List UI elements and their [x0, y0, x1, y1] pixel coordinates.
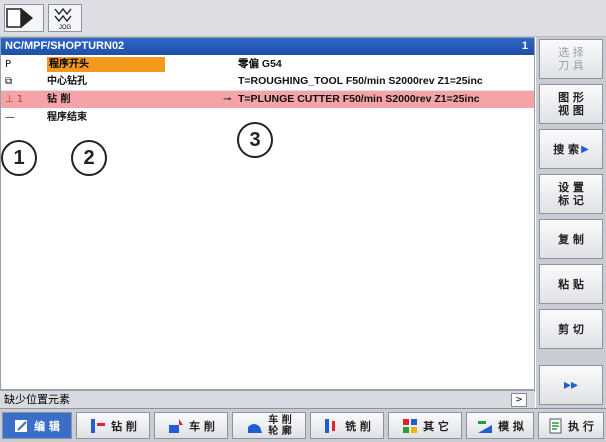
link-marker-icon: ⊸ — [223, 94, 232, 105]
execute-label: 执 行 — [568, 419, 594, 433]
callout-3: 3 — [237, 122, 273, 158]
row-symbol: ⧉ — [5, 76, 13, 87]
row-name: 程序开头 — [47, 57, 165, 72]
contour-turning-label: 车 削 轮 廓 — [268, 414, 292, 437]
program-path-bar: NC/MPF/SHOPTURN02 1 — [1, 38, 534, 55]
row-name: 程序结束 — [47, 112, 87, 123]
row-symbol: P — [5, 59, 12, 70]
cut-softkey[interactable]: 剪 切 — [539, 309, 603, 349]
jog-mode-button[interactable]: JOG — [48, 4, 82, 32]
turning-icon — [169, 418, 184, 433]
drill-icon — [91, 418, 106, 433]
top-bar: JOG — [0, 0, 606, 37]
turning-tab[interactable]: 车 削 — [154, 412, 228, 439]
status-message: 缺少位置元素 — [4, 393, 70, 406]
row-detail: T=ROUGHING_TOOL F50/min S2000rev Z1=25in… — [238, 75, 483, 87]
document-icon — [549, 418, 562, 433]
row-detail: T=PLUNGE CUTTER F50/min S2000rev Z1=25in… — [238, 93, 480, 105]
drilling-tab[interactable]: 钻 削 — [76, 412, 150, 439]
vertical-softkey-bar: 选 择 刀 具 图 形 视 图 搜 索 ▶ 设 置 标 记 复 制 粘 贴 剪 切… — [536, 37, 606, 408]
execute-tab[interactable]: 执 行 — [538, 412, 604, 439]
program-row-start[interactable]: P 程序开头 零偏 G54 — [1, 56, 534, 73]
triangle-right-icon: ▶ — [581, 143, 589, 155]
grid-icon — [403, 418, 418, 433]
simulate-label: 模 拟 — [498, 419, 524, 433]
program-row-centering[interactable]: ⧉ 中心钻孔 T=ROUGHING_TOOL F50/min S2000rev … — [1, 73, 534, 91]
simulate-tab[interactable]: 模 拟 — [466, 412, 534, 439]
contour-turning-tab[interactable]: 车 削 轮 廓 — [232, 412, 306, 439]
contour-icon — [248, 423, 263, 433]
program-arrow-button[interactable] — [4, 4, 44, 32]
program-editor: NC/MPF/SHOPTURN02 1 P 程序开头 零偏 G54 ⧉ 中心钻孔… — [0, 37, 535, 390]
program-row-drilling[interactable]: ⊥ 1 钻 削 ⊸ T=PLUNGE CUTTER F50/min S2000r… — [1, 91, 534, 108]
select-tool-softkey[interactable]: 选 择 刀 具 — [539, 39, 603, 79]
set-mark-softkey[interactable]: 设 置 标 记 — [539, 174, 603, 214]
status-scroll-button[interactable]: > — [511, 393, 527, 407]
horizontal-softkey-bar: 编 辑 钻 削 车 削 车 削 轮 廓 铣 削 其 它 模 拟 执 行 — [0, 408, 606, 442]
row-symbol: — — [5, 112, 15, 123]
arrow-right-icon — [6, 8, 33, 28]
simulate-icon — [478, 420, 493, 433]
jog-icon: JOG — [54, 7, 72, 31]
copy-softkey[interactable]: 复 制 — [539, 219, 603, 259]
paste-softkey[interactable]: 粘 贴 — [539, 264, 603, 304]
other-tab[interactable]: 其 它 — [388, 412, 462, 439]
pencil-icon — [15, 419, 28, 432]
program-path: NC/MPF/SHOPTURN02 — [5, 40, 125, 52]
other-label: 其 它 — [423, 419, 449, 433]
status-bar: 缺少位置元素 > — [0, 390, 535, 409]
program-number: 1 — [521, 40, 528, 52]
row-symbol: ⊥ 1 — [5, 94, 24, 105]
row-name: 钻 削 — [47, 94, 71, 105]
edit-tab[interactable]: 编 辑 — [2, 412, 72, 439]
turning-label: 车 削 — [189, 419, 215, 433]
milling-icon — [325, 418, 336, 433]
search-label: 搜 索 — [553, 142, 580, 156]
callout-2: 2 — [71, 140, 107, 176]
milling-label: 铣 削 — [345, 419, 371, 433]
milling-tab[interactable]: 铣 削 — [310, 412, 384, 439]
jog-label: JOG — [59, 25, 72, 31]
row-name: 中心钻孔 — [47, 76, 87, 87]
graphic-view-softkey[interactable]: 图 形 视 图 — [539, 84, 603, 124]
callout-1: 1 — [1, 140, 37, 176]
program-row-end[interactable]: — 程序结束 — [1, 109, 534, 126]
edit-label: 编 辑 — [34, 419, 60, 433]
drilling-label: 钻 削 — [111, 419, 137, 433]
row-detail: 零偏 G54 — [238, 58, 282, 70]
search-softkey[interactable]: 搜 索 ▶ — [539, 129, 603, 169]
more-softkey[interactable]: ▸▸ — [539, 365, 603, 405]
